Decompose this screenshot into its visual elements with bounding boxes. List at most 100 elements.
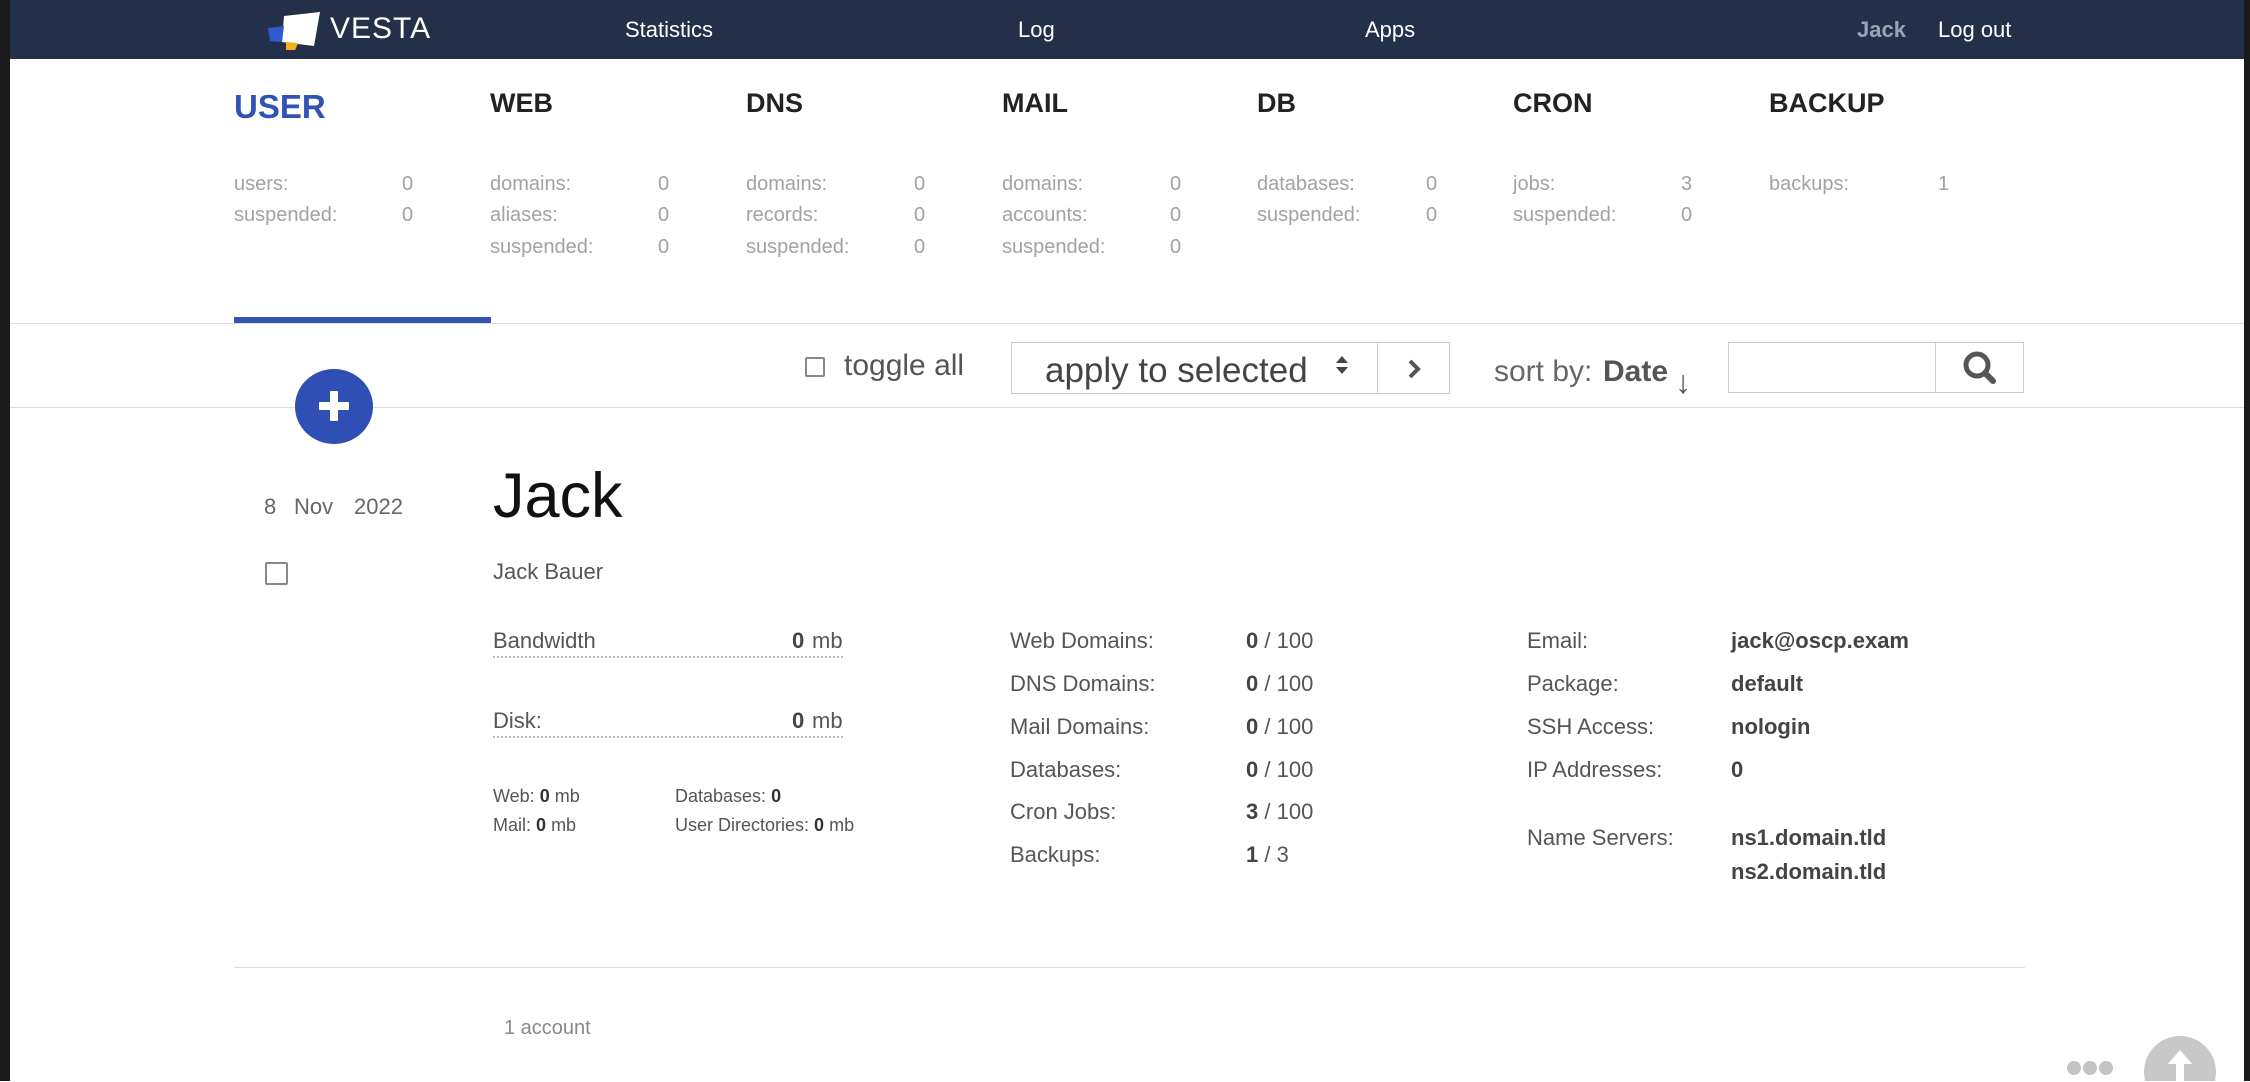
tab-web[interactable]: WEB <box>490 88 553 119</box>
stat-value: 0 <box>402 173 414 195</box>
limit-label: DNS Domains: <box>1010 671 1156 696</box>
stat-value: 0 <box>658 173 670 195</box>
usage-databases: Databases: 0 <box>675 786 781 807</box>
disk-value: 0 <box>792 708 805 733</box>
stat-label: suspended: <box>1002 236 1106 258</box>
limit-value: 0 / 100 <box>1246 757 1314 782</box>
info-ip-addresses: 0 <box>1731 757 1744 782</box>
add-user-button[interactable] <box>295 369 373 444</box>
nav-log[interactable]: Log <box>1018 17 1055 43</box>
usage-udir-value: 0 <box>814 815 825 835</box>
vesta-logo-icon <box>268 12 320 53</box>
limit-value: 0 / 100 <box>1246 714 1314 739</box>
bandwidth-unit: mb <box>812 628 843 653</box>
limit-label: Cron Jobs: <box>1010 799 1117 824</box>
stat-value: 0 <box>1681 204 1693 226</box>
stat-label: backups: <box>1769 173 1850 195</box>
search-input[interactable] <box>1728 342 1936 393</box>
limit-label: Web Domains: <box>1010 628 1154 653</box>
usage-mail-label: Mail: <box>493 815 532 835</box>
usage-mail: Mail: 0 mb <box>493 815 576 836</box>
row-select-checkbox[interactable] <box>265 562 288 585</box>
stat-label: aliases: <box>490 204 558 226</box>
toggle-all-label[interactable]: toggle all <box>844 349 964 383</box>
limit-value: 0 / 100 <box>1246 671 1314 696</box>
select-updown-icon <box>1334 354 1350 381</box>
tab-user[interactable]: USER <box>234 88 326 126</box>
plus-icon <box>319 391 349 421</box>
info-package: default <box>1731 671 1804 696</box>
scroll-to-top-button[interactable] <box>2144 1036 2216 1081</box>
usage-user-directories: User Directories: 0 mb <box>675 815 854 836</box>
info-label: Email: <box>1527 628 1589 653</box>
stat-value: 0 <box>1426 173 1438 195</box>
list-divider <box>234 967 2025 968</box>
tab-dns[interactable]: DNS <box>746 88 803 119</box>
stat-value: 0 <box>914 204 926 226</box>
stat-value: 0 <box>658 204 670 226</box>
apply-go-button[interactable] <box>1377 342 1450 394</box>
tab-db[interactable]: DB <box>1257 88 1296 119</box>
disk-unit: mb <box>812 708 843 733</box>
stat-label: domains: <box>490 173 572 195</box>
stat-value: 0 <box>1426 204 1438 226</box>
tab-cron[interactable]: CRON <box>1513 88 1593 119</box>
stat-label: records: <box>746 204 819 226</box>
nav-statistics[interactable]: Statistics <box>625 17 713 43</box>
stat-value: 3 <box>1681 173 1693 195</box>
info-label: SSH Access: <box>1527 714 1655 739</box>
tab-backup[interactable]: BACKUP <box>1769 88 1885 119</box>
sort-field[interactable]: Date <box>1603 355 1668 389</box>
usage-db-value: 0 <box>771 786 782 806</box>
limit-label: Databases: <box>1010 757 1122 782</box>
limit-value: 3 / 100 <box>1246 799 1314 824</box>
info-label: IP Addresses: <box>1527 757 1663 782</box>
name-servers-label: Name Servers: <box>1527 825 1674 850</box>
logo-text[interactable]: VESTA <box>330 12 431 46</box>
stat-label: suspended: <box>1257 204 1361 226</box>
stat-label: suspended: <box>234 204 338 226</box>
stat-value: 0 <box>402 204 414 226</box>
bandwidth-bar <box>493 656 843 658</box>
sort-direction-icon[interactable]: ↓ <box>1675 364 1691 401</box>
usage-web-unit: mb <box>554 786 580 806</box>
date-year: 2022 <box>354 494 403 519</box>
limit-label: Backups: <box>1010 842 1101 867</box>
more-options-icon[interactable] <box>2066 1059 2116 1082</box>
date-month: Nov <box>294 494 334 519</box>
apply-select-label: apply to selected <box>1045 351 1308 390</box>
search-button[interactable] <box>1935 342 2024 393</box>
nav-apps[interactable]: Apps <box>1365 17 1415 43</box>
stat-label: suspended: <box>490 236 594 258</box>
username-title[interactable]: Jack <box>493 460 623 532</box>
stat-value: 1 <box>1938 173 1950 195</box>
account-count: 1 account <box>504 1017 591 1039</box>
stat-label: domains: <box>1002 173 1084 195</box>
search-icon <box>1963 351 1996 384</box>
disk-label: Disk: <box>493 708 542 733</box>
usage-udir-label: User Directories: <box>675 815 810 835</box>
tab-mail[interactable]: MAIL <box>1002 88 1068 119</box>
stat-value: 0 <box>1170 204 1182 226</box>
vesta-logo[interactable] <box>264 8 326 53</box>
bandwidth-label: Bandwidth <box>493 628 596 653</box>
chevron-right-icon <box>1408 359 1421 379</box>
usage-web-value: 0 <box>539 786 550 806</box>
limit-value: 0 / 100 <box>1246 628 1314 653</box>
toggle-all-checkbox[interactable] <box>805 357 825 377</box>
stat-label: accounts: <box>1002 204 1088 226</box>
logout-link[interactable]: Log out <box>1938 17 2011 43</box>
name-server-2: ns2.domain.tld <box>1731 859 1887 884</box>
stat-value: 0 <box>914 236 926 258</box>
stat-label: suspended: <box>1513 204 1617 226</box>
stat-label: suspended: <box>746 236 850 258</box>
current-user-link[interactable]: Jack <box>1857 17 1906 43</box>
limit-label: Mail Domains: <box>1010 714 1150 739</box>
stat-value: 0 <box>1170 236 1182 258</box>
stat-label: databases: <box>1257 173 1355 195</box>
date-day: 8 <box>264 494 277 519</box>
stat-value: 0 <box>1170 173 1182 195</box>
info-ssh-access: nologin <box>1731 714 1811 739</box>
usage-mail-unit: mb <box>551 815 577 835</box>
stat-label: jobs: <box>1513 173 1556 195</box>
